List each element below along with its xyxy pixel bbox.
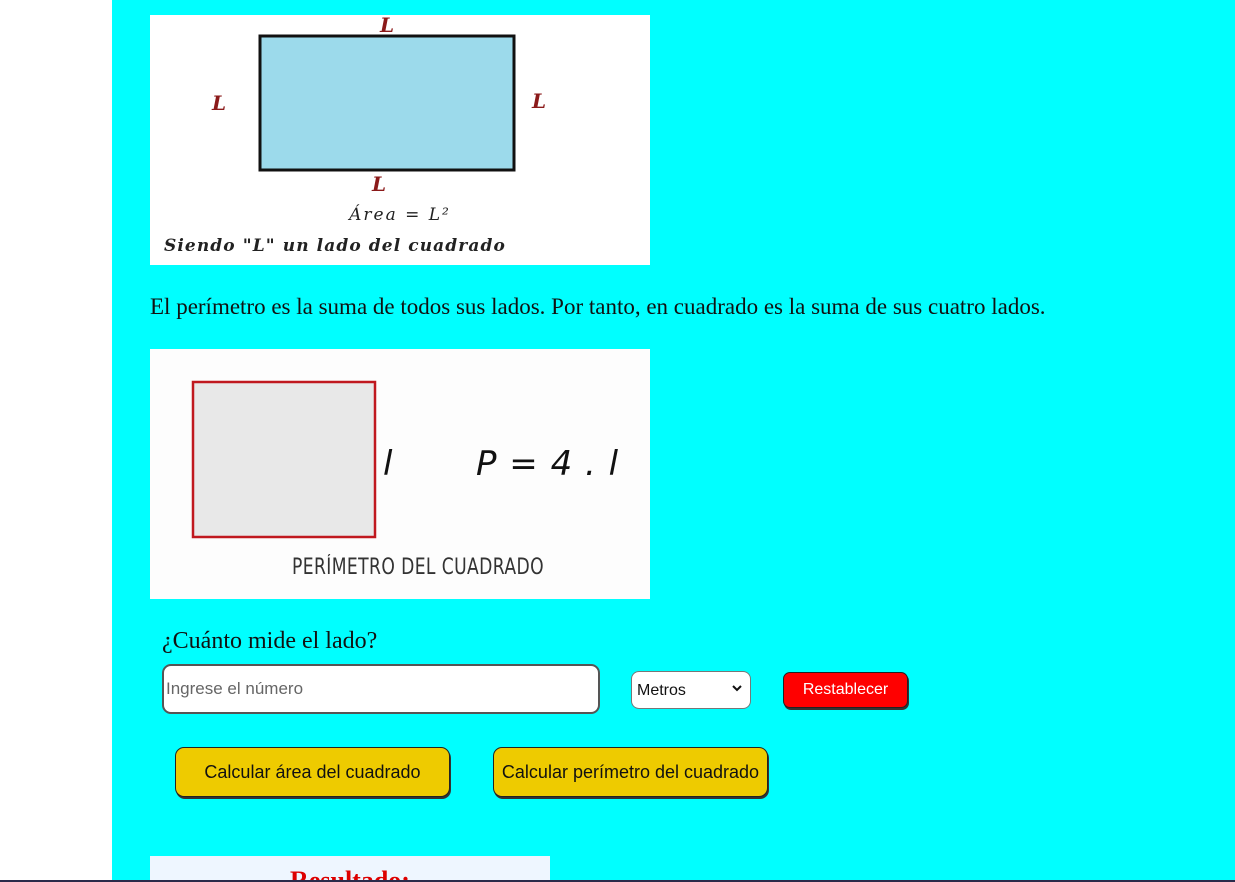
area-caption: Siendo "L" un lado del cuadrado: [164, 236, 506, 256]
area-formula-image: L L L L Área = L² Siendo "L" un lado del…: [150, 15, 650, 265]
side-label-bottom: L: [371, 172, 386, 196]
perimeter-formula: P = 4 . l: [476, 444, 620, 484]
perimeter-square: [191, 380, 377, 539]
unit-select[interactable]: Metros: [631, 671, 751, 709]
result-panel: Resultado:: [150, 856, 550, 882]
calculate-perimeter-button[interactable]: Calcular perímetro del cuadrado: [493, 747, 768, 797]
reset-button[interactable]: Restablecer: [783, 672, 908, 708]
side-length-input[interactable]: [162, 664, 600, 714]
side-label-top: L: [379, 15, 394, 37]
area-square-diagram: L L L L: [211, 15, 546, 196]
side-label-right: L: [531, 89, 546, 113]
perimeter-description: El perímetro es la suma de todos sus lad…: [150, 294, 1046, 319]
side-length-question: ¿Cuánto mide el lado?: [162, 628, 378, 654]
perimeter-side-label: l: [383, 444, 393, 484]
area-square: [258, 34, 516, 172]
area-formula: Área = L²: [349, 205, 451, 225]
side-label-left: L: [211, 91, 226, 115]
main-content: L L L L Área = L² Siendo "L" un lado del…: [112, 0, 1235, 882]
perimeter-formula-image: l P = 4 . l PERÍMETRO DEL CUADRADO: [150, 349, 650, 599]
perimeter-caption: PERÍMETRO DEL CUADRADO: [292, 555, 545, 580]
calculate-area-button[interactable]: Calcular área del cuadrado: [175, 747, 450, 797]
